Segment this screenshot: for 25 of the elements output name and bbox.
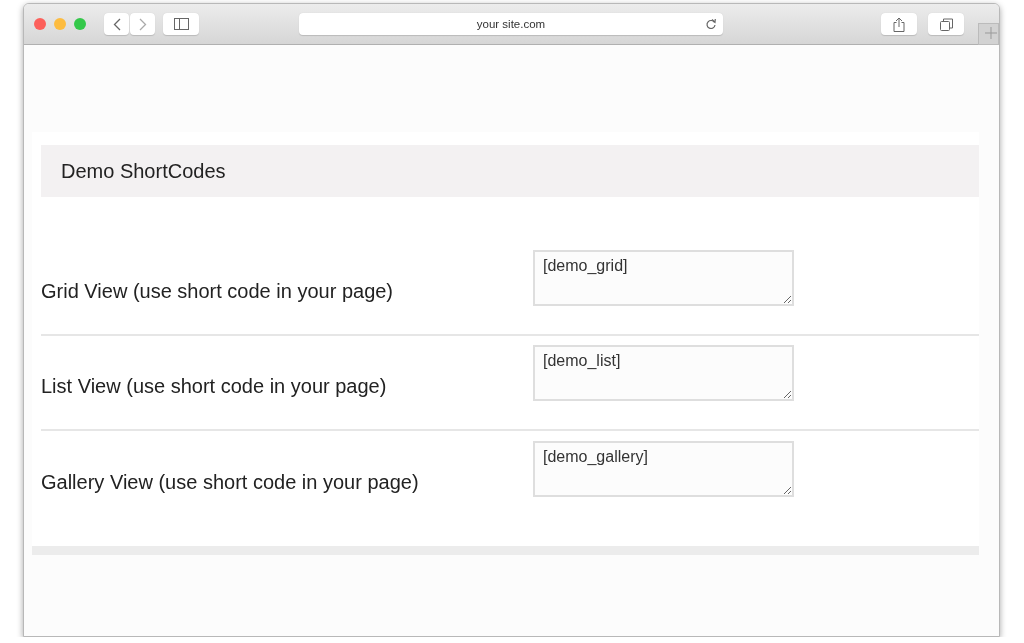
plus-icon xyxy=(985,26,997,39)
row-label: List View (use short code in your page) xyxy=(41,374,388,398)
forward-button[interactable] xyxy=(130,13,155,35)
zoom-button[interactable] xyxy=(74,18,86,30)
row-label: Grid View (use short code in your page) xyxy=(41,279,395,303)
shortcode-field[interactable]: [demo_grid] xyxy=(533,249,794,306)
minimize-button[interactable] xyxy=(54,18,66,30)
share-button[interactable] xyxy=(881,13,917,35)
new-tab-button[interactable] xyxy=(978,23,999,45)
address-text: your site.com xyxy=(476,18,546,30)
tabs-button[interactable] xyxy=(928,13,964,35)
tabs-icon xyxy=(939,17,953,31)
share-icon xyxy=(893,16,905,32)
chevron-left-icon xyxy=(112,17,121,31)
close-button[interactable] xyxy=(34,18,46,30)
shortcode-field[interactable]: [demo_list] xyxy=(533,344,794,401)
row-label: Gallery View (use short code in your page) xyxy=(41,470,420,494)
panel-header: Demo ShortCodes xyxy=(41,145,979,197)
chevron-right-icon xyxy=(138,17,147,31)
shortcode-field[interactable]: [demo_gallery] xyxy=(533,440,794,497)
sidebar-icon xyxy=(173,18,189,30)
address-bar[interactable]: your site.com xyxy=(299,13,723,35)
back-button[interactable] xyxy=(104,13,129,35)
sidebar-button[interactable] xyxy=(163,13,199,35)
reload-icon xyxy=(705,18,717,30)
